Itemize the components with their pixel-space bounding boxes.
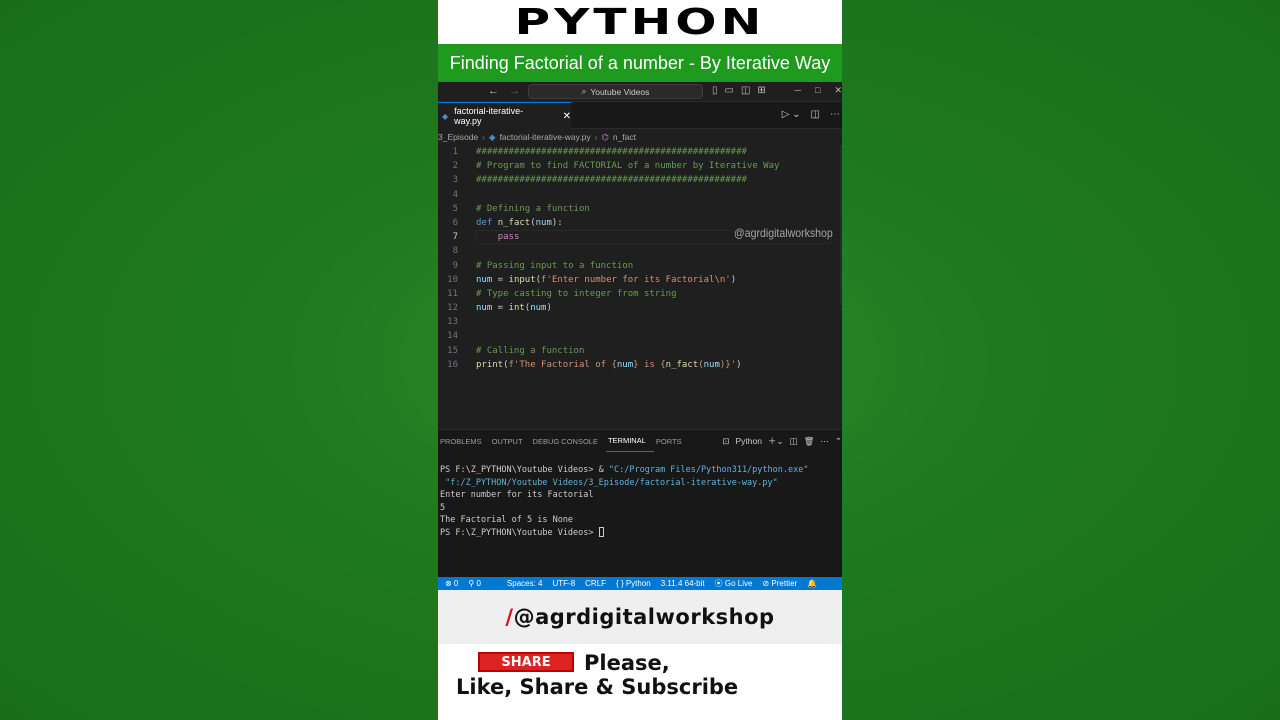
close-window-icon[interactable]: ✕	[834, 85, 842, 96]
close-tab-icon[interactable]: ✕	[563, 111, 571, 122]
split-editor-icon[interactable]: ◫	[811, 109, 820, 120]
code-line: 10 num = input(f'Enter number for its Fac…	[447, 274, 737, 285]
code-line: 3 #######################################…	[452, 175, 747, 186]
split-terminal-icon[interactable]: ◫	[790, 436, 798, 447]
maximize-icon[interactable]: □	[815, 85, 820, 96]
search-label: Youtube Videos	[590, 86, 650, 97]
tab-problems[interactable]: PROBLEMS	[438, 430, 490, 452]
go-live-button[interactable]: ⦿ Go Live	[710, 578, 758, 589]
back-arrow-icon[interactable]: ←	[488, 85, 499, 97]
prettier-status[interactable]: ⊘ Prettier	[757, 579, 802, 588]
forward-arrow-icon[interactable]: →	[509, 85, 520, 97]
terminal-shell-label[interactable]: Python	[735, 436, 761, 446]
python-interpreter[interactable]: 3.11.4 64-bit	[656, 579, 710, 588]
python-file-icon: ◆	[489, 131, 496, 142]
more-actions-icon[interactable]: ⋯	[820, 436, 829, 447]
overview-ruler[interactable]	[840, 145, 842, 305]
indentation-status[interactable]: Spaces: 4	[502, 579, 548, 588]
more-actions-icon[interactable]: ⋯	[830, 109, 840, 120]
toggle-panel-icon[interactable]: ▭	[725, 85, 734, 96]
trash-icon[interactable]: 🗑	[804, 436, 815, 447]
terminal-output[interactable]: PS F:\Z_PYTHON\Youtube Videos> & "C:/Pro…	[438, 452, 842, 539]
toggle-sidebar-icon[interactable]: ▯	[712, 85, 718, 96]
channel-handle-banner: /@agrdigitalworkshop	[438, 590, 842, 644]
function-symbol-icon: ⌬	[601, 131, 609, 142]
code-line: 1 #######################################…	[452, 147, 747, 157]
chevron-right-icon: ›	[594, 132, 598, 142]
share-button[interactable]: SHARE	[478, 652, 574, 672]
tab-output[interactable]: OUTPUT	[490, 430, 531, 452]
code-editor[interactable]: 1 #######################################…	[438, 145, 842, 433]
tab-debug-console[interactable]: DEBUG CONSOLE	[531, 430, 606, 452]
code-line: 8	[452, 246, 458, 257]
banner-subtitle: Finding Factorial of a number - By Itera…	[449, 52, 831, 73]
code-line: 4	[452, 189, 458, 200]
bell-icon[interactable]: 🔔	[802, 579, 822, 588]
editor-tab-bar: ◆ factorial-iterative-way.py ✕ ▷ ⌄ ◫ ⋯	[438, 102, 842, 129]
call-to-action: SHARE Please, Like, Share & Subscribe	[438, 644, 842, 720]
code-line: 5 # Defining a function	[452, 203, 590, 214]
code-line: 15 # Calling a function	[447, 345, 585, 356]
breadcrumb-folder[interactable]: 3_Episode	[438, 132, 478, 142]
python-file-icon: ◆	[442, 111, 449, 121]
chevron-up-icon[interactable]: ⌃	[835, 436, 842, 447]
video-frame: PYTHON Finding Factorial of a number - B…	[438, 0, 842, 720]
title-bar: ← → ⌕ Youtube Videos ▯ ▭ ◫ ⊞ ─ □ ✕	[438, 82, 842, 102]
vscode-window: ← → ⌕ Youtube Videos ▯ ▭ ◫ ⊞ ─ □ ✕ ◆ fac…	[438, 82, 842, 590]
language-mode[interactable]: { } Python	[611, 579, 656, 588]
handle-slash: /	[505, 605, 514, 629]
code-line: 11 # Type casting to integer from string	[447, 288, 677, 299]
cta-like-share-subscribe: Like, Share & Subscribe	[456, 675, 739, 699]
terminal-shell-icon: ⊡	[722, 435, 730, 446]
minimize-icon[interactable]: ─	[795, 85, 801, 96]
code-line: 2 # Program to find FACTORIAL of a number…	[452, 161, 780, 172]
code-line: 9 # Passing input to a function	[452, 260, 634, 271]
customize-layout-icon[interactable]: ⊞	[757, 85, 765, 96]
search-icon: ⌕	[581, 86, 587, 96]
terminal-panel: PROBLEMS OUTPUT DEBUG CONSOLE TERMINAL P…	[438, 429, 842, 577]
channel-handle: @agrdigitalworkshop	[513, 605, 775, 629]
editor-tab[interactable]: ◆ factorial-iterative-way.py ✕	[438, 102, 571, 129]
code-line: 13	[447, 317, 458, 328]
terminal-cursor	[598, 527, 604, 537]
code-line: 12 num = int(num)	[447, 303, 552, 314]
ports-count[interactable]: ⚲ 0	[463, 579, 486, 588]
breadcrumb-file[interactable]: factorial-iterative-way.py	[500, 132, 591, 142]
subtitle-bar: Finding Factorial of a number - By Itera…	[438, 44, 842, 82]
cta-please: Please,	[584, 651, 670, 675]
run-icon[interactable]: ▷ ⌄	[782, 109, 801, 120]
new-terminal-icon[interactable]: ＋⌄	[768, 435, 784, 447]
editor-tab-label: factorial-iterative-way.py	[454, 106, 524, 126]
panel-tab-bar: PROBLEMS OUTPUT DEBUG CONSOLE TERMINAL P…	[438, 430, 842, 452]
toggle-secondary-sidebar-icon[interactable]: ◫	[741, 85, 750, 96]
eol-status[interactable]: CRLF	[580, 579, 611, 588]
chevron-right-icon: ›	[482, 132, 486, 142]
code-line: 14	[447, 331, 458, 342]
top-banner: PYTHON	[438, 0, 842, 44]
status-bar: ⊗ 0 ⚲ 0 Spaces: 4 UTF-8 CRLF { } Python …	[438, 577, 842, 590]
code-line: 16 print(f'The Factorial of {num} is {n_f…	[447, 359, 742, 370]
encoding-status[interactable]: UTF-8	[547, 579, 580, 588]
command-center-search[interactable]: ⌕ Youtube Videos	[528, 84, 703, 99]
breadcrumb-symbol[interactable]: n_fact	[613, 132, 636, 142]
tab-terminal[interactable]: TERMINAL	[605, 430, 654, 452]
tab-ports[interactable]: PORTS	[654, 430, 690, 452]
problems-count[interactable]: ⊗ 0	[440, 579, 463, 588]
breadcrumb: 3_Episode › ◆ factorial-iterative-way.py…	[438, 129, 842, 145]
watermark: @agrdigitalworkshop	[734, 226, 833, 240]
banner-title: PYTHON	[514, 1, 766, 43]
